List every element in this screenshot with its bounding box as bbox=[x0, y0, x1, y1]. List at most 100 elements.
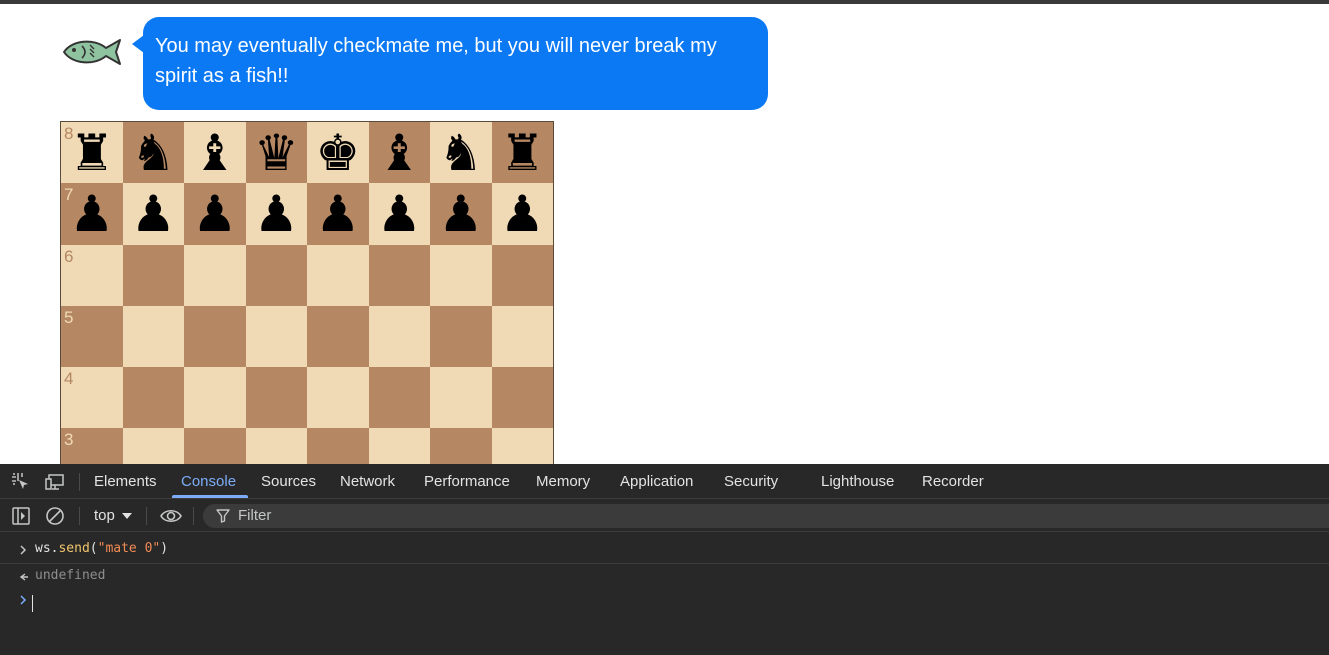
square-g6[interactable] bbox=[430, 244, 492, 306]
square-e8[interactable]: ♚ bbox=[307, 122, 369, 184]
tab-recorder[interactable]: Recorder bbox=[922, 473, 984, 490]
square-f6[interactable] bbox=[368, 244, 430, 306]
square-c5[interactable] bbox=[184, 305, 246, 367]
chess-piece[interactable]: ♟ bbox=[438, 189, 483, 239]
chevron-right-icon bbox=[20, 595, 27, 605]
chess-piece[interactable]: ♞ bbox=[131, 128, 176, 178]
chat-message-bubble: You may eventually checkmate me, but you… bbox=[143, 17, 768, 110]
rank-label: 7 bbox=[64, 185, 74, 205]
square-d4[interactable] bbox=[245, 367, 307, 429]
square-b5[interactable] bbox=[122, 305, 184, 367]
square-c7[interactable]: ♟ bbox=[184, 183, 246, 245]
chess-piece[interactable]: ♞ bbox=[438, 128, 483, 178]
device-toolbar-icon[interactable] bbox=[45, 472, 65, 492]
square-c3[interactable] bbox=[184, 428, 246, 464]
square-h5[interactable] bbox=[491, 305, 553, 367]
chess-piece[interactable]: ♝ bbox=[377, 128, 422, 178]
filter-placeholder: Filter bbox=[238, 507, 272, 524]
chess-piece[interactable]: ♟ bbox=[500, 189, 545, 239]
tab-network[interactable]: Network bbox=[340, 473, 395, 490]
page-viewport: You may eventually checkmate me, but you… bbox=[0, 4, 1329, 464]
square-e4[interactable] bbox=[307, 367, 369, 429]
context-select[interactable]: top bbox=[94, 507, 115, 524]
chess-piece[interactable]: ♟ bbox=[315, 189, 360, 239]
square-e3[interactable] bbox=[307, 428, 369, 464]
chess-piece[interactable]: ♟ bbox=[69, 189, 114, 239]
chess-piece[interactable]: ♟ bbox=[254, 189, 299, 239]
square-a4[interactable]: 4 bbox=[61, 367, 123, 429]
chess-piece[interactable]: ♛ bbox=[254, 128, 299, 178]
square-b8[interactable]: ♞ bbox=[122, 122, 184, 184]
square-f4[interactable] bbox=[368, 367, 430, 429]
tab-console[interactable]: Console bbox=[181, 473, 236, 490]
code-string-arg: "mate 0" bbox=[97, 541, 161, 556]
square-a7[interactable]: 7 ♟ bbox=[61, 183, 123, 245]
chess-piece[interactable]: ♚ bbox=[315, 128, 360, 178]
clear-console-icon[interactable] bbox=[45, 506, 65, 526]
square-c4[interactable] bbox=[184, 367, 246, 429]
square-b3[interactable] bbox=[122, 428, 184, 464]
square-a3[interactable]: 3 bbox=[61, 428, 123, 464]
square-g5[interactable] bbox=[430, 305, 492, 367]
square-f3[interactable] bbox=[368, 428, 430, 464]
filter-icon bbox=[216, 509, 230, 523]
square-c6[interactable] bbox=[184, 244, 246, 306]
square-g4[interactable] bbox=[430, 367, 492, 429]
chess-piece[interactable]: ♜ bbox=[69, 128, 114, 178]
chess-piece[interactable]: ♟ bbox=[377, 189, 422, 239]
square-e7[interactable]: ♟ bbox=[307, 183, 369, 245]
square-g3[interactable] bbox=[430, 428, 492, 464]
chess-board[interactable]: 8 ♜ ♞ ♝ ♛ ♚ ♝ ♞ ♜ 7 ♟ ♟ ♟ ♟ ♟ ♟ ♟ ♟ 6 5 4 3 bbox=[60, 121, 554, 464]
console-result-entry: undefined bbox=[0, 567, 1329, 587]
tab-sources[interactable]: Sources bbox=[261, 473, 316, 490]
square-e6[interactable] bbox=[307, 244, 369, 306]
devtools-tab-bar: Elements Console Sources Network Perform… bbox=[0, 464, 1329, 499]
divider bbox=[79, 507, 80, 525]
square-d5[interactable] bbox=[245, 305, 307, 367]
square-f5[interactable] bbox=[368, 305, 430, 367]
square-h6[interactable] bbox=[491, 244, 553, 306]
square-a6[interactable]: 6 bbox=[61, 244, 123, 306]
rank-label: 4 bbox=[64, 369, 74, 388]
tab-security[interactable]: Security bbox=[724, 473, 778, 490]
square-e5[interactable] bbox=[307, 305, 369, 367]
square-c8[interactable]: ♝ bbox=[184, 122, 246, 184]
tab-memory[interactable]: Memory bbox=[536, 473, 590, 490]
chess-piece[interactable]: ♟ bbox=[192, 189, 237, 239]
square-b7[interactable]: ♟ bbox=[122, 183, 184, 245]
square-f7[interactable]: ♟ bbox=[368, 183, 430, 245]
filter-input[interactable]: Filter bbox=[203, 504, 1329, 528]
square-h7[interactable]: ♟ bbox=[491, 183, 553, 245]
square-d8[interactable]: ♛ bbox=[245, 122, 307, 184]
chevron-down-icon[interactable] bbox=[122, 513, 132, 519]
tab-elements[interactable]: Elements bbox=[94, 473, 157, 490]
console-prompt-line[interactable] bbox=[0, 593, 1329, 613]
divider bbox=[146, 507, 147, 525]
tab-performance[interactable]: Performance bbox=[424, 473, 510, 490]
tab-lighthouse[interactable]: Lighthouse bbox=[821, 473, 894, 490]
chess-piece[interactable]: ♜ bbox=[500, 128, 545, 178]
console-output[interactable]: ws.send("mate 0") undefined bbox=[0, 533, 1329, 655]
square-a8[interactable]: 8 ♜ bbox=[61, 122, 123, 184]
square-g7[interactable]: ♟ bbox=[430, 183, 492, 245]
rank-label: 6 bbox=[64, 246, 74, 266]
active-tab-indicator bbox=[172, 495, 248, 498]
chevron-right-icon bbox=[20, 545, 27, 555]
square-h4[interactable] bbox=[491, 367, 553, 429]
square-f8[interactable]: ♝ bbox=[368, 122, 430, 184]
square-h3[interactable] bbox=[491, 428, 553, 464]
sidebar-toggle-icon[interactable] bbox=[11, 506, 31, 526]
tab-application[interactable]: Application bbox=[620, 473, 693, 490]
square-a5[interactable]: 5 bbox=[61, 305, 123, 367]
square-h8[interactable]: ♜ bbox=[491, 122, 553, 184]
square-d7[interactable]: ♟ bbox=[245, 183, 307, 245]
inspect-element-icon[interactable] bbox=[11, 472, 31, 492]
square-d6[interactable] bbox=[245, 244, 307, 306]
square-g8[interactable]: ♞ bbox=[430, 122, 492, 184]
square-b6[interactable] bbox=[122, 244, 184, 306]
square-d3[interactable] bbox=[245, 428, 307, 464]
eye-icon[interactable] bbox=[159, 506, 183, 526]
chess-piece[interactable]: ♝ bbox=[192, 128, 237, 178]
chess-piece[interactable]: ♟ bbox=[131, 189, 176, 239]
square-b4[interactable] bbox=[122, 367, 184, 429]
